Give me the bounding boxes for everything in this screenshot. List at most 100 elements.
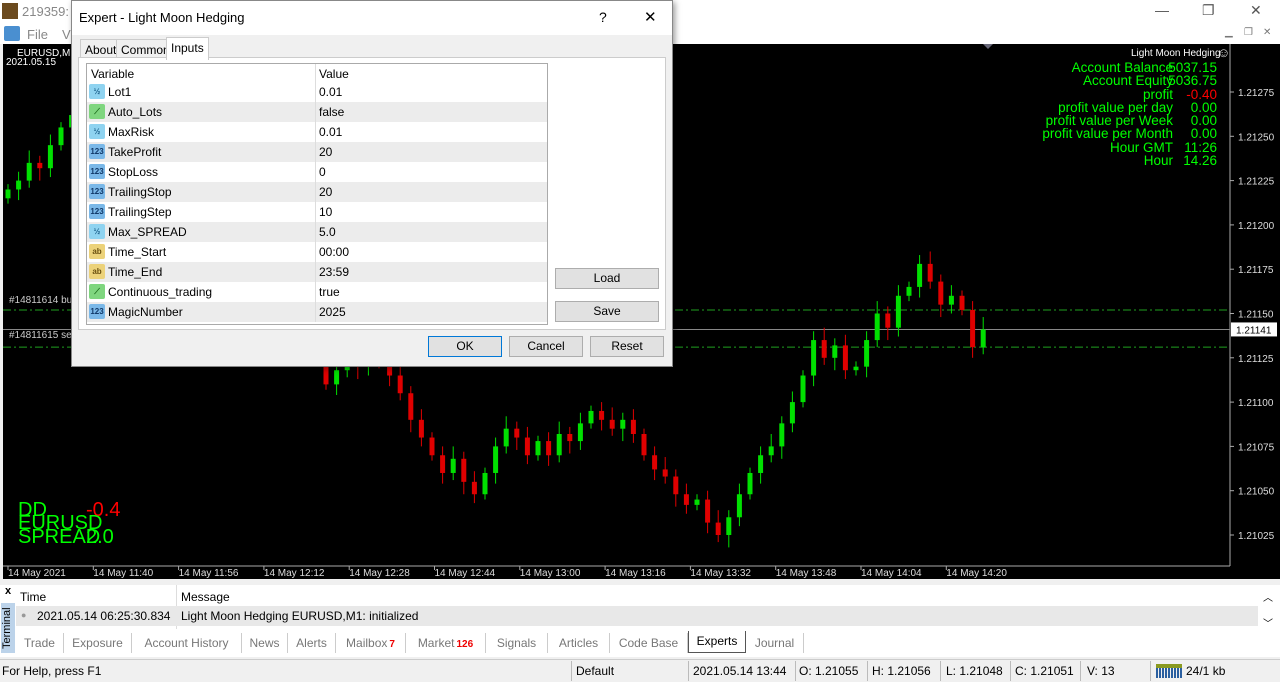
input-row[interactable]: 123 StopLoss 0 [87,162,547,182]
input-name: MagicNumber [108,305,183,319]
input-row[interactable]: ⟋ Continuous_trading true [87,282,547,302]
input-value[interactable]: 0 [319,165,326,179]
candle-body [694,499,700,505]
chart-menu-icon[interactable] [4,26,20,41]
terminal-tab-alerts[interactable]: Alerts [288,633,336,653]
input-row[interactable]: ½ Max_SPREAD 5.0 [87,222,547,242]
candle-body [842,345,848,371]
input-row[interactable]: ab Time_Start 00:00 [87,242,547,262]
chart-minimize-button[interactable]: ▁ [1225,27,1233,38]
candle-body [864,340,870,367]
dialog-close-button[interactable]: ✕ [644,8,657,26]
terminal-tab-articles[interactable]: Articles [548,633,610,653]
status-low: L: 1.21048 [946,664,1003,678]
price-tick-label: 1.21225 [1238,177,1275,188]
app-logo-icon [2,3,18,19]
candle-body [16,180,22,190]
candle-body [429,437,435,456]
input-name: Time_Start [108,245,167,259]
log-row[interactable]: ● 2021.05.14 06:25:30.834 Light Moon Hed… [16,606,1258,626]
scroll-down-button[interactable]: ﹀ [1263,615,1273,630]
input-value[interactable]: 5.0 [319,225,336,239]
candle-body [471,481,477,495]
terminal-tab-account-history[interactable]: Account History [132,633,242,653]
candle-body [482,472,488,495]
input-value[interactable]: 0.01 [319,85,342,99]
candle-body [535,441,541,456]
candle-body [885,313,891,328]
input-row[interactable]: 123 TrailingStop 20 [87,182,547,202]
info-line: Hour 14.26 [1042,154,1217,168]
input-row[interactable]: 123 MagicNumber 2025 [87,302,547,322]
price-tick-label: 1.21100 [1238,398,1274,409]
price-tick-label: 1.21250 [1238,132,1275,143]
int-type-icon: 123 [89,164,105,179]
terminal-tab-exposure[interactable]: Exposure [64,633,132,653]
price-tick-label: 1.21075 [1238,442,1275,453]
minimize-button[interactable]: — [1155,2,1169,18]
candle-body [959,295,965,310]
terminal-tab-experts[interactable]: Experts [688,631,746,653]
terminal-tab-journal[interactable]: Journal [746,633,804,653]
candle-body [938,281,944,305]
chart-restore-button[interactable]: ❐ [1244,27,1253,38]
close-window-button[interactable]: ✕ [1250,2,1262,19]
reset-button[interactable]: Reset [590,336,664,357]
terminal-tab-mailbox[interactable]: Mailbox 7 [336,633,406,653]
candle-body [832,345,838,358]
chart-close-button[interactable]: ✕ [1263,27,1271,38]
restore-button[interactable]: ❐ [1202,2,1215,19]
order-sell-label: #14811615 se [9,330,72,341]
input-value[interactable]: 23:59 [319,265,349,279]
tab-inputs[interactable]: Inputs [166,37,209,60]
tab-label: Journal [754,636,795,650]
input-value[interactable]: 2025 [319,305,346,319]
info-line: profit value per Week 0.00 [1042,114,1217,128]
input-name: TrailingStop [108,185,172,199]
candle-body [440,455,446,473]
status-close: C: 1.21051 [1015,664,1074,678]
candle-body [853,366,859,371]
input-value[interactable]: false [319,105,344,119]
input-row[interactable]: ½ Lot1 0.01 [87,82,547,102]
input-row[interactable]: ½ MaxRisk 0.01 [87,122,547,142]
tab-label: Articles [558,636,599,650]
input-value[interactable]: 20 [319,185,332,199]
status-profile[interactable]: Default [576,664,614,678]
input-value[interactable]: 00:00 [319,245,349,259]
save-button[interactable]: Save [555,301,659,322]
load-button[interactable]: Load [555,268,659,289]
candle-body [917,263,923,287]
input-row[interactable]: ⟋ Auto_Lots false [87,102,547,122]
status-help: For Help, press F1 [2,664,102,678]
terminal-tab-trade[interactable]: Trade [16,633,64,653]
candle-body [779,423,785,447]
terminal-close-button[interactable]: x [5,585,11,597]
ok-button[interactable]: OK [428,336,502,357]
input-row[interactable]: 123 TakeProfit 20 [87,142,547,162]
candle-body [726,517,732,535]
spread-value: 2.0 [86,526,114,548]
input-value[interactable]: 20 [319,145,332,159]
candle-body [895,295,901,328]
terminal-tab-code-base[interactable]: Code Base [610,633,688,653]
terminal-tab-market[interactable]: Market 126 [406,633,486,653]
cancel-button[interactable]: Cancel [509,336,583,357]
input-row[interactable]: 123 TrailingStep 10 [87,202,547,222]
inputs-table[interactable]: Variable Value ½ Lot1 0.01 ⟋ Auto_Lots fa… [86,63,548,325]
menu-file[interactable]: File [27,27,48,42]
time-tick-label: 14 May 12:28 [349,568,410,579]
input-row[interactable]: ab Time_End 23:59 [87,262,547,282]
int-type-icon: 123 [89,304,105,319]
input-value[interactable]: 10 [319,205,332,219]
tab-label: Experts [696,634,738,648]
candle-body [641,433,647,456]
order-buy-label: #14811614 bu [9,295,73,306]
help-button[interactable]: ? [599,9,607,25]
terminal-tab-signals[interactable]: Signals [486,633,548,653]
terminal-tab-news[interactable]: News [242,633,288,653]
candle-body [800,375,806,403]
input-value[interactable]: true [319,285,340,299]
input-value[interactable]: 0.01 [319,125,342,139]
scroll-up-button[interactable]: ︿ [1263,589,1273,604]
